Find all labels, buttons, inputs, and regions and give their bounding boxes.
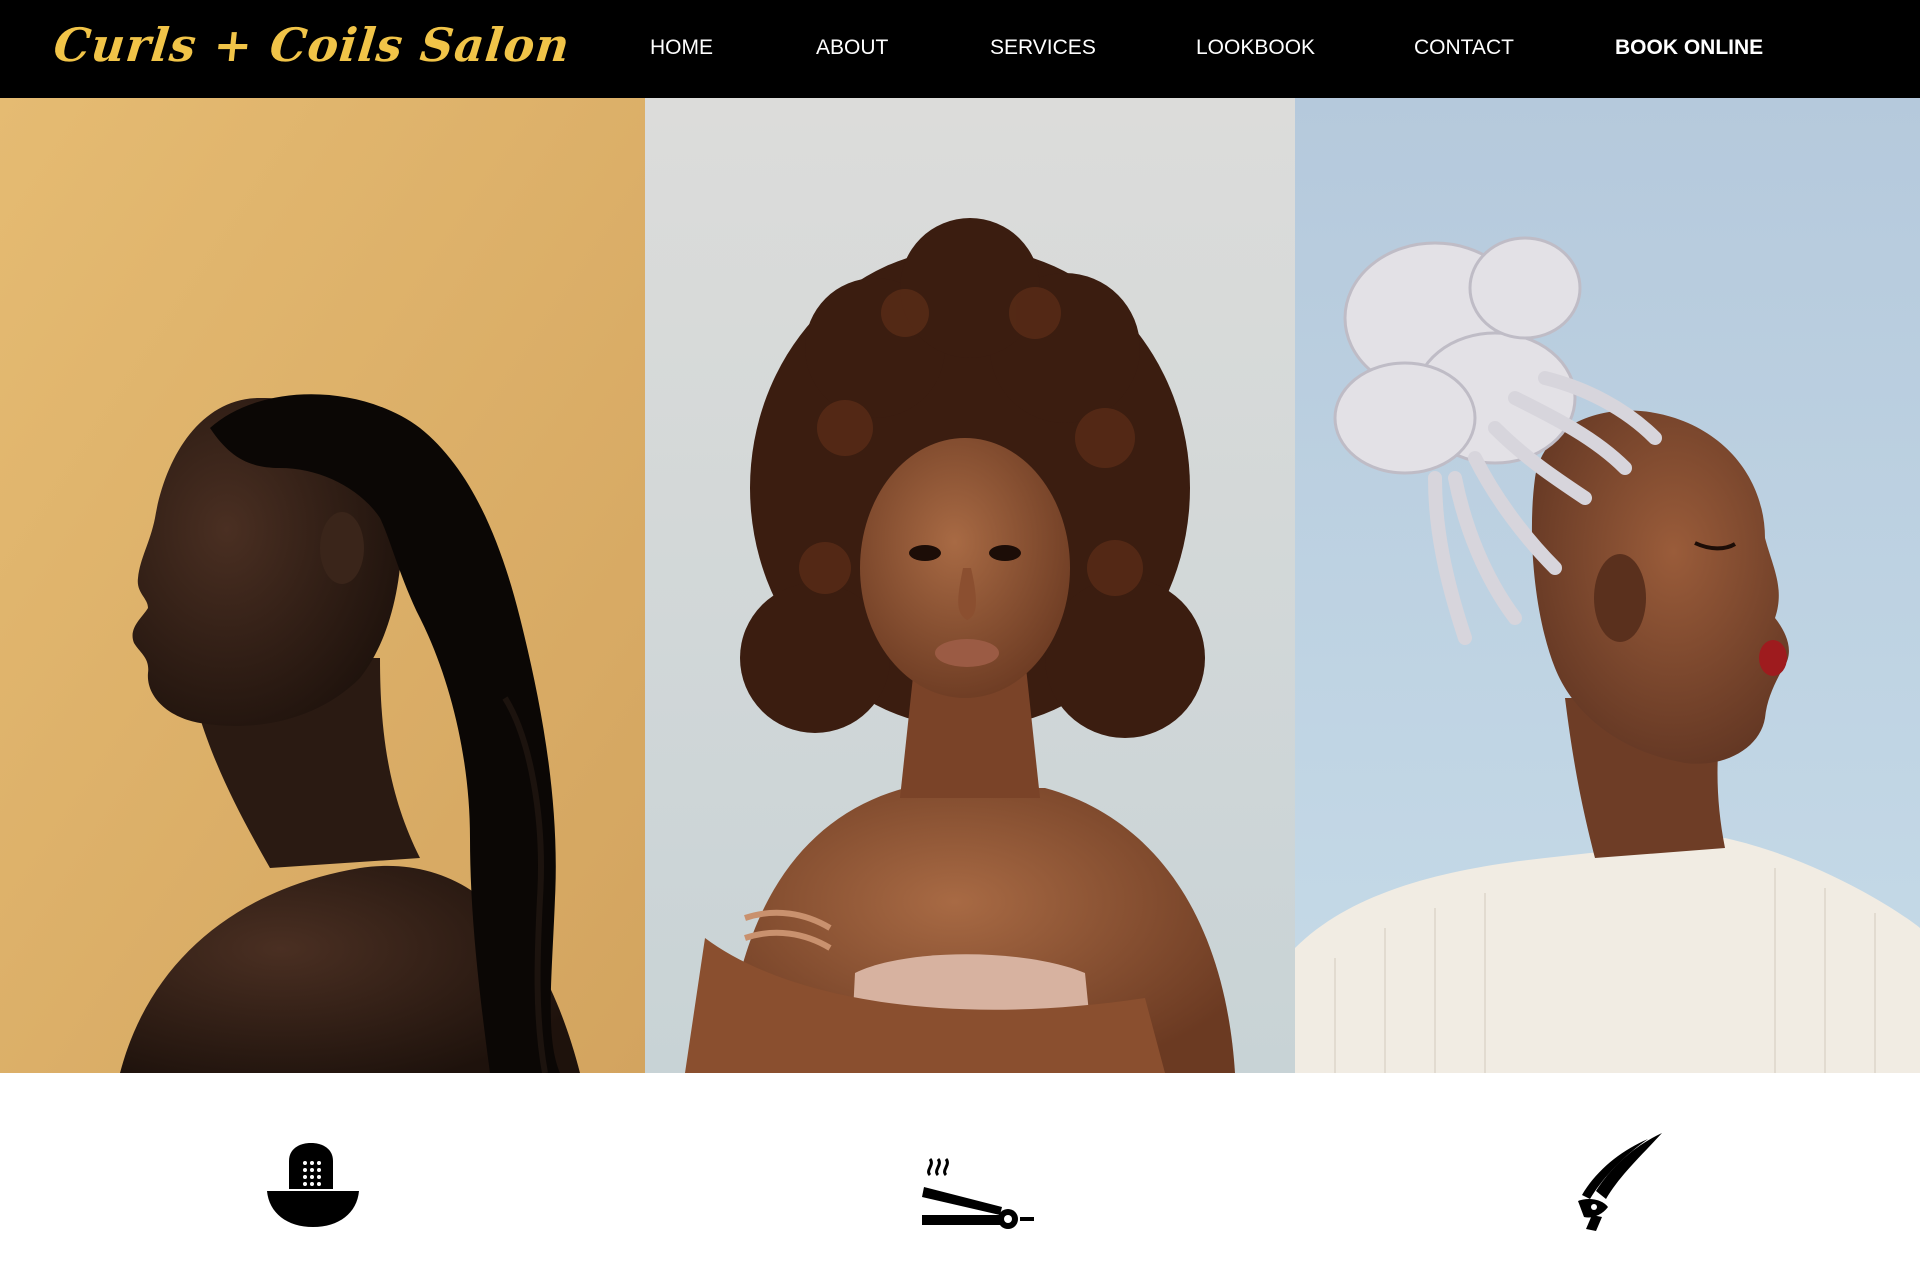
services-icon-row: [0, 1073, 1920, 1270]
hero-photo-gallery: [0, 98, 1920, 1073]
hero-photo-left: [0, 98, 645, 1073]
nav-services[interactable]: SERVICES: [990, 36, 1096, 60]
shampoo-basin-icon[interactable]: [265, 1141, 361, 1229]
profile-photo-sleek-ponytail: [0, 98, 645, 1073]
hero-photo-center: [645, 98, 1295, 1073]
portrait-photo-curly-hair: [645, 98, 1295, 1073]
flat-iron-icon[interactable]: [920, 1157, 1038, 1231]
nav-lookbook[interactable]: LOOKBOOK: [1196, 36, 1315, 60]
nav-contact[interactable]: CONTACT: [1414, 36, 1514, 60]
nav-book-online[interactable]: BOOK ONLINE: [1615, 36, 1763, 60]
hero-photo-right: [1295, 98, 1920, 1073]
hair-clip-icon[interactable]: [1562, 1129, 1666, 1233]
profile-photo-braided-bun: [1295, 98, 1920, 1073]
nav-home[interactable]: HOME: [650, 36, 713, 60]
salon-logo[interactable]: Curls + Coils Salon: [51, 18, 573, 72]
nav-about[interactable]: ABOUT: [816, 36, 888, 60]
top-navbar: Curls + Coils Salon HOME ABOUT SERVICES …: [0, 0, 1920, 98]
